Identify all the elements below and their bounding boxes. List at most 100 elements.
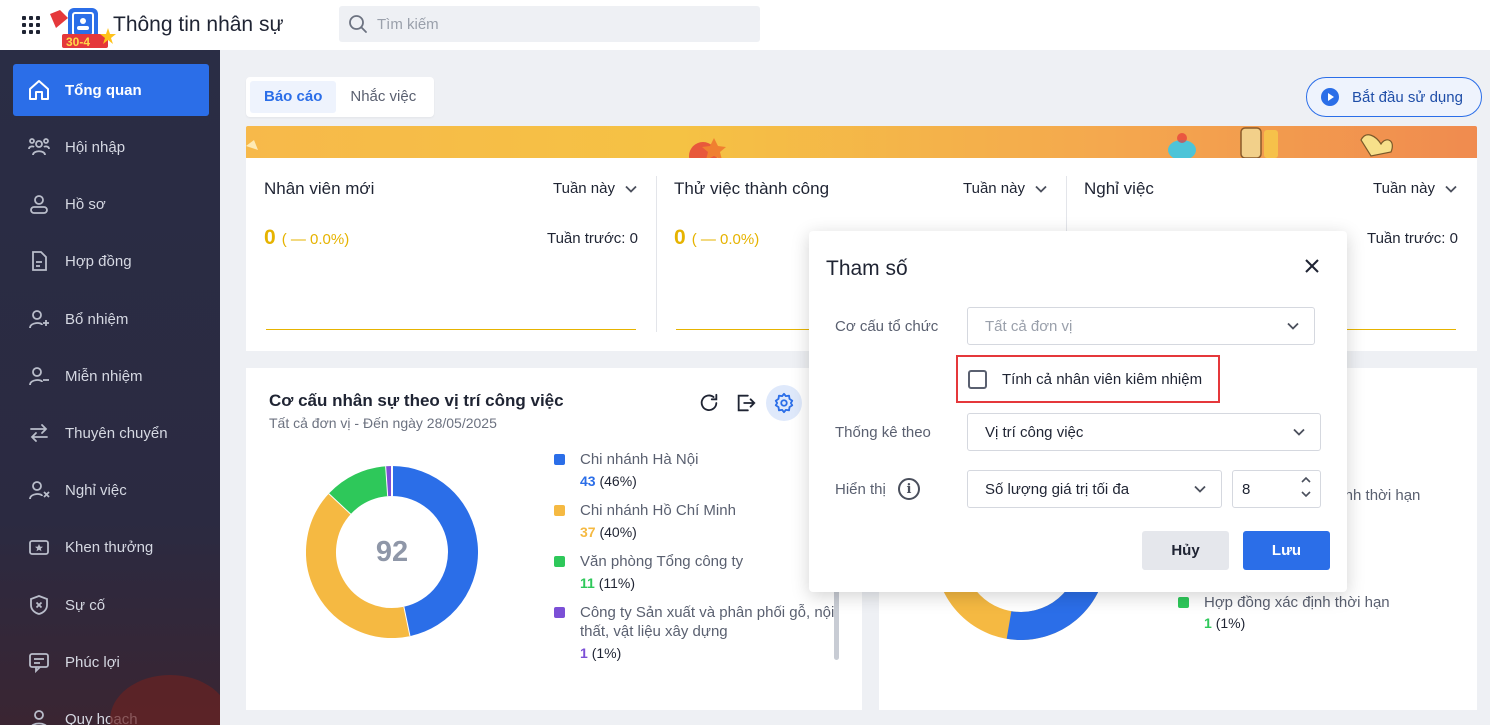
settings-button[interactable] [766, 385, 802, 421]
legend-name: Văn phòng Tổng công ty [580, 553, 744, 570]
legend-name: Chi nhánh Hồ Chí Minh [580, 502, 736, 519]
legend-value: 43 [580, 473, 596, 489]
chevron-down-icon [1194, 485, 1206, 493]
legend-swatch [554, 607, 565, 618]
concurrent-employee-option[interactable]: Tính cả nhân viên kiêm nhiệm [956, 355, 1220, 403]
legend-item[interactable]: Chi nhánh Hồ Chí Minh 37 (40%) [553, 501, 843, 540]
legend-value: 1 [1204, 615, 1212, 631]
play-icon [1321, 88, 1339, 106]
export-button[interactable] [728, 385, 764, 421]
legend-item[interactable]: Chi nhánh Hà Nội 43 (46%) [553, 450, 843, 489]
sidebar-item-hop-dong[interactable]: Hợp đồng [13, 235, 209, 287]
stat-previous: Tuần trước: 0 [1366, 230, 1458, 247]
period-label: Tuần này [1373, 180, 1435, 197]
org-select[interactable]: Tất cả đơn vị [967, 307, 1315, 345]
decorative-banner [246, 126, 1477, 158]
stat-value: 0 ( — 0.0%) [264, 226, 349, 250]
cancel-button[interactable]: Hủy [1142, 531, 1229, 570]
max-value-input[interactable]: 8 [1232, 470, 1321, 508]
legend-percent: (11%) [598, 575, 636, 591]
chart-title: Cơ cấu nhân sự theo vị trí công việc [269, 391, 564, 410]
users-group-icon [13, 135, 65, 159]
stat-change: ( — 0.0%) [281, 231, 350, 248]
legend-item[interactable]: Văn phòng Tổng công ty 11 (11%) [553, 552, 843, 591]
sidebar-item-hoi-nhap[interactable]: Hội nhập [13, 121, 209, 173]
trend-line [266, 329, 636, 330]
sidebar-item-su-co[interactable]: Sự cố [13, 579, 209, 631]
user-minus-icon [13, 364, 65, 388]
sidebar-item-label: Tổng quan [65, 81, 142, 99]
tab-bao-cao[interactable]: Báo cáo [250, 81, 337, 113]
sidebar-item-label: Hội nhập [65, 138, 126, 156]
stat-new-employees: Nhân viên mới Tuần này 0 ( — 0.0%) Tuần … [246, 158, 656, 351]
svg-text:30-4: 30-4 [66, 35, 90, 49]
info-icon[interactable]: i [898, 478, 920, 500]
legend-swatch [554, 505, 565, 516]
legend-name: Chi nhánh Hà Nội [580, 451, 699, 468]
chevron-up-icon[interactable] [1300, 475, 1312, 485]
legend-swatch [1178, 597, 1189, 608]
transfer-icon [13, 421, 65, 445]
legend-name: Hợp đồng xác định thời hạn [1204, 594, 1390, 611]
user-x-icon [13, 478, 65, 502]
shield-x-icon [13, 593, 65, 617]
chevron-down-icon [1035, 185, 1047, 193]
display-label: Hiển thị [835, 481, 886, 498]
sidebar-item-khen-thuong[interactable]: Khen thưởng [13, 521, 209, 573]
legend-percent: (46%) [599, 473, 637, 489]
legend-percent: (40%) [599, 524, 637, 540]
stat-change: ( — 0.0%) [691, 231, 760, 248]
sidebar-item-nghi-viec[interactable]: Nghỉ việc [13, 464, 209, 516]
legend-value: 1 [580, 645, 588, 661]
legend-percent: (1%) [591, 645, 622, 661]
period-label: Tuần này [963, 180, 1025, 197]
refresh-icon [700, 393, 718, 412]
export-icon [737, 394, 756, 412]
sidebar-item-tong-quan[interactable]: Tổng quan [13, 64, 209, 116]
search-box[interactable] [339, 6, 760, 42]
legend-item[interactable]: Công ty Sản xuất và phân phối gỗ, nội th… [553, 603, 843, 661]
sidebar-item-ho-so[interactable]: Hồ sơ [13, 178, 209, 230]
start-using-button[interactable]: Bắt đầu sử dụng [1306, 77, 1482, 117]
chart-subtitle: Tất cả đơn vị - Đến ngày 28/05/2025 [269, 415, 497, 431]
sidebar-item-label: Phúc lợi [65, 653, 120, 671]
period-dropdown[interactable]: Tuần này [1373, 180, 1458, 197]
sidebar-item-label: Hồ sơ [65, 195, 106, 213]
sidebar-item-label: Hợp đồng [65, 252, 132, 270]
sidebar-item-bo-nhiem[interactable]: Bổ nhiệm [13, 293, 209, 345]
stat-by-select[interactable]: Vị trí công việc [967, 413, 1321, 451]
top-bar: 30-4 Thông tin nhân sự [0, 0, 1490, 50]
legend-value: 37 [580, 524, 596, 540]
stat-title: Thử việc thành công [674, 179, 830, 198]
legend-swatch [554, 454, 565, 465]
stat-previous: Tuần trước: 0 [546, 230, 638, 247]
chevron-down-icon [1445, 185, 1457, 193]
search-input[interactable] [377, 6, 747, 42]
display-select[interactable]: Số lượng giá trị tối đa [967, 470, 1222, 508]
gear-icon [774, 392, 794, 414]
sidebar-item-thuyen-chuyen[interactable]: Thuyên chuyển [13, 407, 209, 459]
chevron-down-icon [1293, 428, 1305, 436]
chevron-down-icon[interactable] [1300, 489, 1312, 499]
sidebar-item-quy-hoach[interactable]: Quy hoạch [13, 693, 209, 725]
save-button[interactable]: Lưu [1243, 531, 1330, 570]
close-button[interactable] [1301, 255, 1323, 277]
period-dropdown[interactable]: Tuần này [553, 180, 638, 197]
chevron-down-icon [625, 185, 637, 193]
chevron-down-icon [1287, 322, 1299, 330]
sidebar-item-phuc-loi[interactable]: Phúc lợi [13, 636, 209, 688]
refresh-button[interactable] [691, 385, 727, 421]
legend-swatch [554, 556, 565, 567]
user-plus-icon [13, 307, 65, 331]
sidebar-item-mien-nhiem[interactable]: Miễn nhiệm [13, 350, 209, 402]
concurrent-employee-checkbox[interactable] [968, 369, 987, 389]
award-icon [13, 535, 65, 559]
chart-legend: Chi nhánh Hà Nội 43 (46%) Chi nhánh Hồ C… [553, 450, 843, 673]
period-dropdown[interactable]: Tuần này [963, 180, 1048, 197]
tab-nhac-viec[interactable]: Nhắc việc [336, 81, 430, 113]
app-grid-icon[interactable] [22, 16, 40, 34]
legend-scrollbar[interactable] [834, 588, 839, 660]
legend-item[interactable]: Hợp đồng xác định thời hạn 1 (1%) [1177, 594, 1390, 631]
stat-by-label: Thống kê theo [835, 424, 931, 441]
legend-value: 11 [580, 575, 595, 591]
